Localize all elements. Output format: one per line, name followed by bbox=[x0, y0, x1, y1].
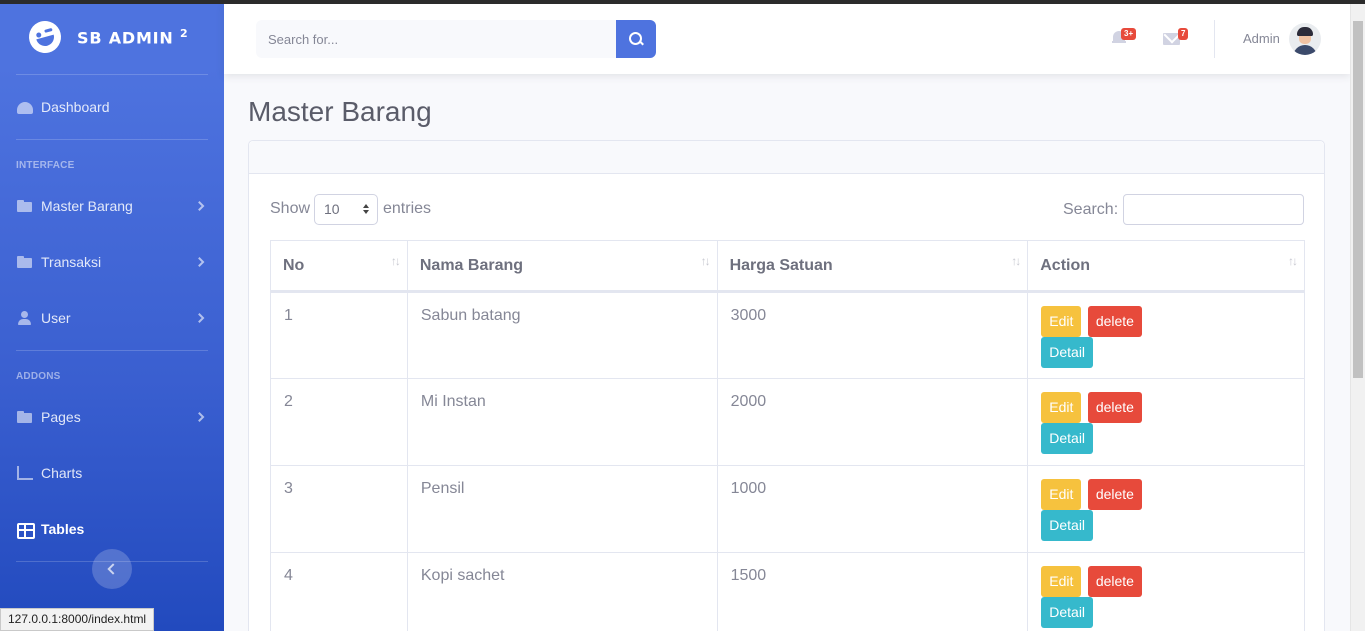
entries-label: entries bbox=[383, 200, 432, 217]
folder-icon bbox=[17, 255, 33, 269]
chevron-right-icon bbox=[194, 201, 205, 211]
column-header-action[interactable]: Action ↑↓ bbox=[1027, 240, 1305, 293]
entries-length-select[interactable]: 10 bbox=[314, 194, 378, 225]
chevron-right-icon bbox=[194, 257, 205, 267]
cell-no: 4 bbox=[270, 552, 408, 631]
sidebar-divider bbox=[16, 350, 208, 351]
scrollbar-thumb[interactable] bbox=[1353, 21, 1363, 378]
topbar-divider bbox=[1214, 20, 1215, 58]
edit-button[interactable]: Edit bbox=[1041, 392, 1082, 423]
status-bar-url: 127.0.0.1:8000/index.html bbox=[0, 608, 155, 631]
column-header-nama-barang[interactable]: Nama Barang ↑↓ bbox=[406, 240, 718, 293]
page-scrollbar[interactable] bbox=[1350, 4, 1365, 631]
detail-button[interactable]: Detail bbox=[1041, 510, 1094, 541]
cell-action: Edit delete Detail bbox=[1027, 291, 1305, 379]
sidebar-heading-addons: ADDONS bbox=[16, 371, 61, 382]
folder-icon bbox=[17, 410, 33, 424]
brand-name: SB ADMIN 2 bbox=[77, 26, 189, 48]
cell-harga-satuan: 1500 bbox=[716, 552, 1029, 631]
search-input[interactable] bbox=[256, 20, 616, 58]
edit-button[interactable]: Edit bbox=[1041, 479, 1082, 510]
delete-button[interactable]: delete bbox=[1087, 566, 1142, 597]
sidebar-item-master-barang[interactable]: Master Barang bbox=[0, 178, 224, 234]
cell-nama-barang: Kopi sachet bbox=[406, 552, 718, 631]
sidebar-item-label: Dashboard bbox=[41, 99, 110, 115]
cell-nama-barang: Sabun batang bbox=[406, 291, 718, 379]
cell-nama-barang: Mi Instan bbox=[406, 378, 718, 466]
tachometer-icon bbox=[17, 100, 33, 114]
column-header-no[interactable]: No ↑↓ bbox=[270, 240, 408, 293]
sidebar-item-label: User bbox=[41, 310, 71, 326]
sidebar-item-pages[interactable]: Pages bbox=[0, 389, 224, 445]
sidebar-item-label: Charts bbox=[41, 465, 83, 481]
sidebar-item-transaksi[interactable]: Transaksi bbox=[0, 234, 224, 290]
chevron-right-icon bbox=[194, 313, 205, 323]
sidebar-item-dashboard[interactable]: Dashboard bbox=[0, 79, 224, 135]
sidebar-item-label: Master Barang bbox=[41, 198, 133, 214]
table-row: 4 Kopi sachet 1500 Edit delete Detail bbox=[270, 552, 1305, 631]
sidebar-divider bbox=[16, 74, 208, 75]
sidebar: SB ADMIN 2 Dashboard INTERFACE Master Ba… bbox=[0, 4, 224, 631]
cell-no: 3 bbox=[270, 465, 408, 553]
table-search-label: Search: bbox=[1063, 201, 1119, 218]
table-search-input[interactable] bbox=[1123, 194, 1304, 225]
sidebar-item-label: Transaksi bbox=[41, 254, 102, 270]
sidebar-item-label: Tables bbox=[41, 521, 85, 537]
cell-action: Edit delete Detail bbox=[1027, 378, 1305, 466]
sort-icon: ↑↓ bbox=[700, 254, 711, 268]
cell-harga-satuan: 2000 bbox=[716, 378, 1029, 466]
page-title: Master Barang bbox=[248, 96, 432, 127]
sidebar-item-user[interactable]: User bbox=[0, 290, 224, 346]
user-name[interactable]: Admin bbox=[1243, 31, 1280, 46]
user-icon bbox=[17, 311, 33, 325]
detail-button[interactable]: Detail bbox=[1041, 337, 1094, 368]
sort-icon: ↑↓ bbox=[390, 254, 401, 268]
cell-no: 2 bbox=[270, 378, 408, 466]
sort-icon: ↑↓ bbox=[1011, 254, 1021, 268]
sort-icon: ↑↓ bbox=[1288, 254, 1298, 268]
delete-button[interactable]: delete bbox=[1087, 392, 1142, 423]
table-row: 1 Sabun batang 3000 Edit delete Detail bbox=[270, 291, 1305, 379]
datatable-card: Show 10 entries Search: No ↑↓ Nama Barang… bbox=[248, 140, 1325, 631]
sidebar-item-label: Pages bbox=[41, 409, 81, 425]
laugh-wink-icon bbox=[25, 17, 65, 57]
edit-button[interactable]: Edit bbox=[1041, 306, 1082, 337]
topbar-search bbox=[256, 20, 656, 58]
show-label: Show bbox=[270, 200, 311, 217]
table-row: 2 Mi Instan 2000 Edit delete Detail bbox=[270, 378, 1305, 466]
table-icon bbox=[17, 522, 35, 539]
detail-button[interactable]: Detail bbox=[1041, 597, 1094, 628]
folder-icon bbox=[17, 199, 33, 213]
cell-harga-satuan: 1000 bbox=[716, 465, 1029, 553]
cell-action: Edit delete Detail bbox=[1027, 552, 1305, 631]
topbar: 3+ 7 Admin bbox=[224, 4, 1350, 74]
sidebar-item-charts[interactable]: Charts bbox=[0, 445, 224, 501]
cell-action: Edit delete Detail bbox=[1027, 465, 1305, 553]
sidebar-divider bbox=[16, 139, 208, 140]
avatar[interactable] bbox=[1289, 23, 1321, 55]
entries-length-value: 10 bbox=[324, 201, 340, 217]
table-header-row: No ↑↓ Nama Barang ↑↓ Harga Satuan ↑↓ Action… bbox=[270, 240, 1305, 293]
window-top-strip bbox=[0, 0, 1365, 4]
edit-button[interactable]: Edit bbox=[1041, 566, 1082, 597]
column-header-harga-satuan[interactable]: Harga Satuan ↑↓ bbox=[716, 240, 1029, 293]
delete-button[interactable]: delete bbox=[1087, 306, 1142, 337]
cell-nama-barang: Pensil bbox=[406, 465, 718, 553]
data-table: No ↑↓ Nama Barang ↑↓ Harga Satuan ↑↓ Action… bbox=[270, 240, 1305, 631]
detail-button[interactable]: Detail bbox=[1041, 423, 1094, 454]
delete-button[interactable]: delete bbox=[1087, 479, 1142, 510]
chevron-right-icon bbox=[194, 412, 205, 422]
sidebar-toggle-button[interactable] bbox=[92, 549, 132, 589]
messages-counter-badge: 7 bbox=[1178, 28, 1189, 40]
table-row: 3 Pensil 1000 Edit delete Detail bbox=[270, 465, 1305, 553]
sidebar-heading-interface: INTERFACE bbox=[16, 160, 75, 171]
alerts-counter-badge: 3+ bbox=[1121, 28, 1137, 40]
search-button[interactable] bbox=[616, 20, 656, 58]
sidebar-brand[interactable]: SB ADMIN 2 bbox=[0, 4, 224, 70]
cell-harga-satuan: 3000 bbox=[716, 291, 1029, 379]
card-header bbox=[249, 141, 1324, 174]
cell-no: 1 bbox=[270, 291, 408, 379]
chart-area-icon bbox=[17, 466, 33, 480]
